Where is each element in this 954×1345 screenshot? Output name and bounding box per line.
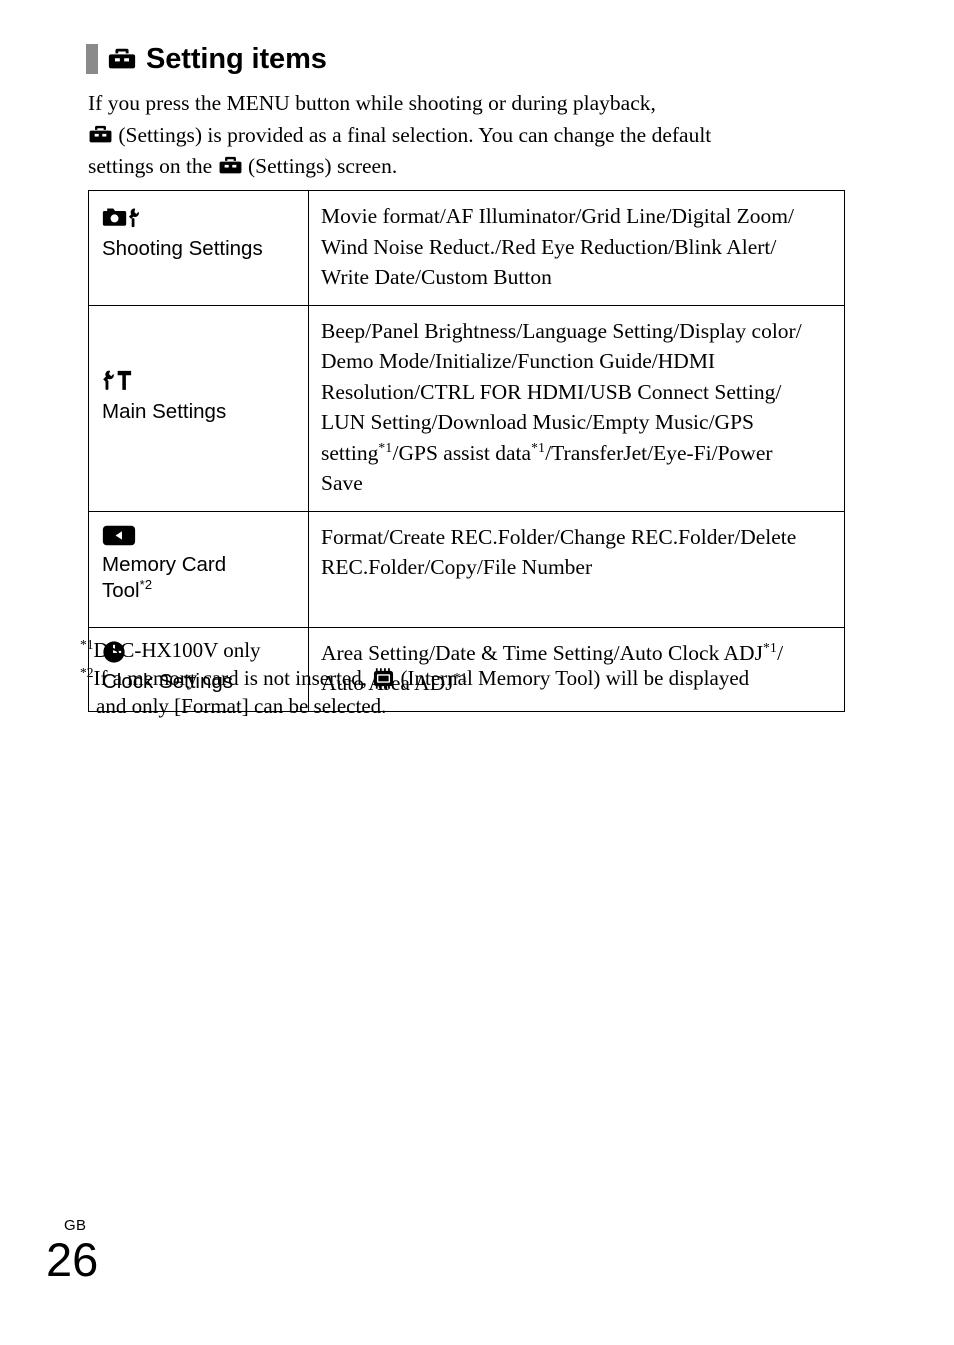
page-footer: GB 26 bbox=[46, 1218, 98, 1285]
item-line: REC.Folder/Copy/File Number bbox=[321, 555, 593, 579]
camera-with-wrench-icon bbox=[102, 205, 140, 231]
item-line: Beep/Panel Brightness/Language Setting/D… bbox=[321, 318, 802, 343]
footnote-ref: *2 bbox=[139, 577, 153, 593]
category-memory-card-tool: Memory Card Tool*2 bbox=[89, 512, 308, 624]
footnote-ref: *1 bbox=[531, 439, 546, 455]
document-page: Setting items If you press the MENU butt… bbox=[0, 0, 954, 1345]
category-label: Main Settings bbox=[102, 399, 227, 423]
item-line: Format/Create REC.Folder/Change REC.Fold… bbox=[321, 524, 797, 549]
item-text: /TransferJet/Eye-Fi/Power bbox=[545, 440, 773, 465]
table-cell-items: Beep/Panel Brightness/Language Setting/D… bbox=[308, 304, 845, 512]
items-shooting-settings: Movie format/AF Illuminator/Grid Line/Di… bbox=[309, 191, 844, 305]
table-cell-category: Memory Card Tool*2 bbox=[88, 510, 309, 628]
item-line-with-footnotes: setting*1/GPS assist data*1/TransferJet/… bbox=[321, 438, 834, 469]
item-line: LUN Setting/Download Music/Empty Music/G… bbox=[321, 410, 754, 434]
footnote-1: *1DSC-HX100V only bbox=[80, 636, 880, 664]
intro-line-3-text-before: settings on the bbox=[88, 154, 213, 178]
items-memory-card-tool: Format/Create REC.Folder/Change REC.Fold… bbox=[309, 512, 844, 627]
category-label: Memory Card Tool*2 bbox=[102, 552, 296, 604]
items-main-settings: Beep/Panel Brightness/Language Setting/D… bbox=[309, 306, 844, 511]
footnote-mark: *1 bbox=[80, 637, 94, 652]
intro-paragraph: If you press the MENU button while shoot… bbox=[88, 88, 848, 183]
item-line: Demo Mode/Initialize/Function Guide/HDMI bbox=[321, 349, 716, 373]
item-text: setting bbox=[321, 440, 379, 465]
item-line: Write Date/Custom Button bbox=[321, 265, 552, 289]
table-row: Memory Card Tool*2 Format/Create REC.Fol… bbox=[88, 510, 845, 628]
item-line: Movie format/AF Illuminator/Grid Line/Di… bbox=[321, 204, 794, 228]
item-line: Save bbox=[321, 471, 363, 495]
item-text: /GPS assist data bbox=[392, 440, 532, 465]
intro-line-1: If you press the MENU button while shoot… bbox=[88, 91, 656, 115]
category-main-settings: Main Settings bbox=[89, 306, 308, 441]
wrench-and-hammer-icon bbox=[102, 368, 134, 394]
footnote-text-after: (Internal Memory Tool) will be displayed bbox=[400, 666, 750, 690]
footnote-2-line-2: and only [Format] can be selected. bbox=[96, 694, 387, 718]
page-heading: Setting items bbox=[86, 44, 327, 74]
intro-line-2: (Settings) is provided as a final select… bbox=[88, 120, 848, 152]
category-shooting-settings: Shooting Settings bbox=[89, 191, 308, 278]
category-label: Shooting Settings bbox=[102, 237, 263, 261]
footnote-ref: *1 bbox=[378, 439, 393, 455]
category-label-line-1: Memory Card bbox=[102, 552, 227, 576]
heading-accent-bar bbox=[86, 44, 98, 74]
table-cell-category: Main Settings bbox=[88, 304, 309, 512]
settings-items-table: Shooting Settings Movie format/AF Illumi… bbox=[88, 190, 845, 712]
footnote-text: DSC-HX100V only bbox=[93, 638, 261, 662]
memory-card-icon bbox=[102, 524, 136, 547]
table-cell-category: Shooting Settings bbox=[88, 190, 309, 306]
table-cell-items: Movie format/AF Illuminator/Grid Line/Di… bbox=[308, 190, 845, 306]
toolbox-icon bbox=[218, 153, 243, 178]
intro-line-3: settings on the (Settings) screen. bbox=[88, 151, 848, 183]
table-row: Main Settings Beep/Panel Brightness/Lang… bbox=[88, 304, 845, 512]
page-number-value: 26 bbox=[46, 1233, 99, 1286]
footnote-2: *2If a memory card is not inserted, (Int… bbox=[80, 664, 880, 692]
intro-line-2-text: (Settings) is provided as a final select… bbox=[118, 122, 712, 147]
category-label-line-2: Tool*2 bbox=[102, 578, 296, 604]
footnote-text-before: If a memory card is not inserted, bbox=[93, 666, 368, 690]
item-line: Resolution/CTRL FOR HDMI/USB Connect Set… bbox=[321, 379, 782, 404]
toolbox-icon bbox=[88, 122, 113, 147]
page-title: Setting items bbox=[146, 42, 327, 75]
item-line: Wind Noise Reduct./Red Eye Reduction/Bli… bbox=[321, 234, 777, 259]
internal-memory-chip-icon bbox=[372, 667, 395, 690]
intro-line-3-text-after: (Settings) screen. bbox=[247, 154, 398, 178]
category-label-text: Tool bbox=[102, 578, 140, 602]
footnotes: *1DSC-HX100V only *2If a memory card is … bbox=[80, 636, 880, 720]
table-row: Shooting Settings Movie format/AF Illumi… bbox=[88, 190, 845, 306]
region-code: GB bbox=[64, 1217, 87, 1234]
table-cell-items: Format/Create REC.Folder/Change REC.Fold… bbox=[308, 510, 845, 628]
toolbox-icon bbox=[107, 44, 137, 74]
footnote-mark: *2 bbox=[80, 665, 94, 680]
